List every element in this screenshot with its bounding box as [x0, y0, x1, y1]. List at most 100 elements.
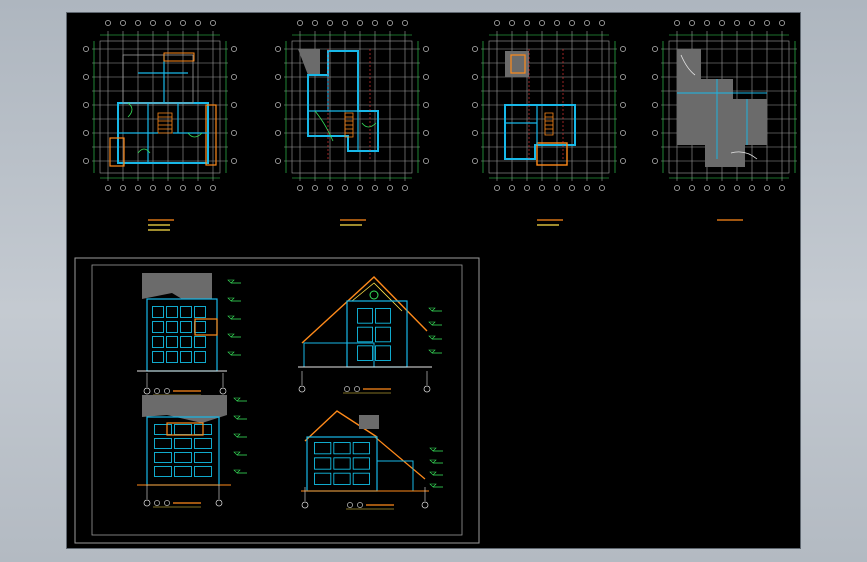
axis-bubble: [231, 158, 237, 164]
axis-bubble: [150, 20, 156, 26]
plan-caption: [537, 219, 563, 226]
elevation-body: [346, 300, 408, 368]
elevation-gable: [301, 276, 428, 344]
elevation-front[interactable]: [137, 273, 241, 396]
plan-hatch-strip: [163, 52, 195, 62]
axis-bubble: [599, 185, 605, 191]
axis-bubble: [195, 185, 201, 191]
caption-bubble: [154, 388, 160, 394]
axis-bubble: [554, 185, 560, 191]
plan-third-floor[interactable]: [472, 20, 626, 226]
level-triangle: [233, 397, 241, 402]
axis-bubble: [180, 20, 186, 26]
caption-bubble: [164, 388, 170, 394]
caption-bubble: [164, 500, 170, 506]
level-triangle: [227, 279, 235, 284]
elevation-sheet-border-outer: [74, 257, 480, 544]
axis-bubble: [120, 185, 126, 191]
axis-bubble: [652, 102, 658, 108]
caption-bubble: [347, 502, 353, 508]
axis-bubble: [509, 185, 515, 191]
axis-bubble: [402, 20, 408, 26]
elevation-body: [146, 416, 220, 486]
level-triangle: [233, 451, 241, 456]
axis-bubble: [215, 499, 223, 507]
elevation-roof: [142, 273, 212, 299]
elevation-caption: [343, 386, 391, 394]
drawing-canvas[interactable]: [67, 13, 800, 548]
window: [180, 306, 192, 318]
plan-stair: [344, 112, 354, 138]
plan-second-floor[interactable]: [275, 20, 429, 226]
axis-bubble: [342, 20, 348, 26]
axis-bubble: [524, 20, 530, 26]
elevation-level-marks: [233, 397, 247, 474]
axis-bubble: [421, 501, 429, 509]
axis-bubble: [83, 74, 89, 80]
axis-bubble: [312, 185, 318, 191]
axis-bubble: [150, 185, 156, 191]
axis-bubble: [674, 185, 680, 191]
axis-bubble: [143, 387, 151, 395]
window: [194, 351, 206, 363]
plan-roof[interactable]: [652, 20, 800, 221]
axis-bubble: [143, 499, 151, 507]
axis-bubble: [275, 102, 281, 108]
window: [180, 336, 192, 348]
plan-ground-floor[interactable]: [83, 20, 237, 231]
cad-viewer: [0, 0, 867, 562]
axis-bubble: [524, 185, 530, 191]
axis-bubble: [387, 185, 393, 191]
window: [194, 336, 206, 348]
axis-bubble: [83, 158, 89, 164]
elevation-rear[interactable]: [137, 395, 247, 508]
axis-bubble: [372, 20, 378, 26]
axis-bubble: [423, 74, 429, 80]
window: [194, 466, 212, 477]
axis-bubble: [210, 20, 216, 26]
window: [352, 472, 370, 485]
window: [194, 452, 212, 463]
window: [375, 308, 391, 324]
axis-bubble: [105, 185, 111, 191]
elevation-side-right[interactable]: [298, 276, 442, 394]
axis-bubble: [569, 20, 575, 26]
axis-bubble: [689, 185, 695, 191]
elevation-caption: [153, 388, 201, 396]
elevation-lower-roof: [374, 436, 426, 480]
elevation-side-left[interactable]: [301, 410, 443, 510]
axis-bubble: [275, 46, 281, 52]
plan-interior-walls: [505, 105, 538, 145]
window: [154, 466, 172, 477]
axis-bubble: [83, 102, 89, 108]
window: [357, 345, 373, 361]
axis-bubble: [472, 158, 478, 164]
level-triangle: [233, 415, 241, 420]
plan-door-arcs: [127, 102, 203, 154]
elevation-wing: [376, 460, 414, 492]
axis-bubble: [704, 20, 710, 26]
level-triangle: [428, 349, 436, 354]
axis-bubble: [569, 185, 575, 191]
axis-bubble: [584, 185, 590, 191]
axis-bubble: [275, 158, 281, 164]
axis-bubble: [195, 20, 201, 26]
axis-bubble: [764, 185, 770, 191]
window: [194, 321, 206, 333]
window: [154, 424, 172, 435]
window: [314, 457, 332, 470]
plan-dimension-ticks: [275, 20, 429, 191]
window: [333, 457, 351, 470]
axis-bubble: [135, 20, 141, 26]
drawing-svg: [74, 20, 800, 544]
axis-bubble: [423, 385, 431, 393]
axis-bubble: [472, 130, 478, 136]
axis-bubble: [83, 130, 89, 136]
level-triangle: [429, 447, 437, 452]
axis-bubble: [652, 158, 658, 164]
elevation-axis-bubbles: [301, 487, 429, 509]
window: [357, 326, 373, 343]
level-triangle: [428, 321, 436, 326]
axis-bubble: [472, 102, 478, 108]
axis-bubble: [180, 185, 186, 191]
